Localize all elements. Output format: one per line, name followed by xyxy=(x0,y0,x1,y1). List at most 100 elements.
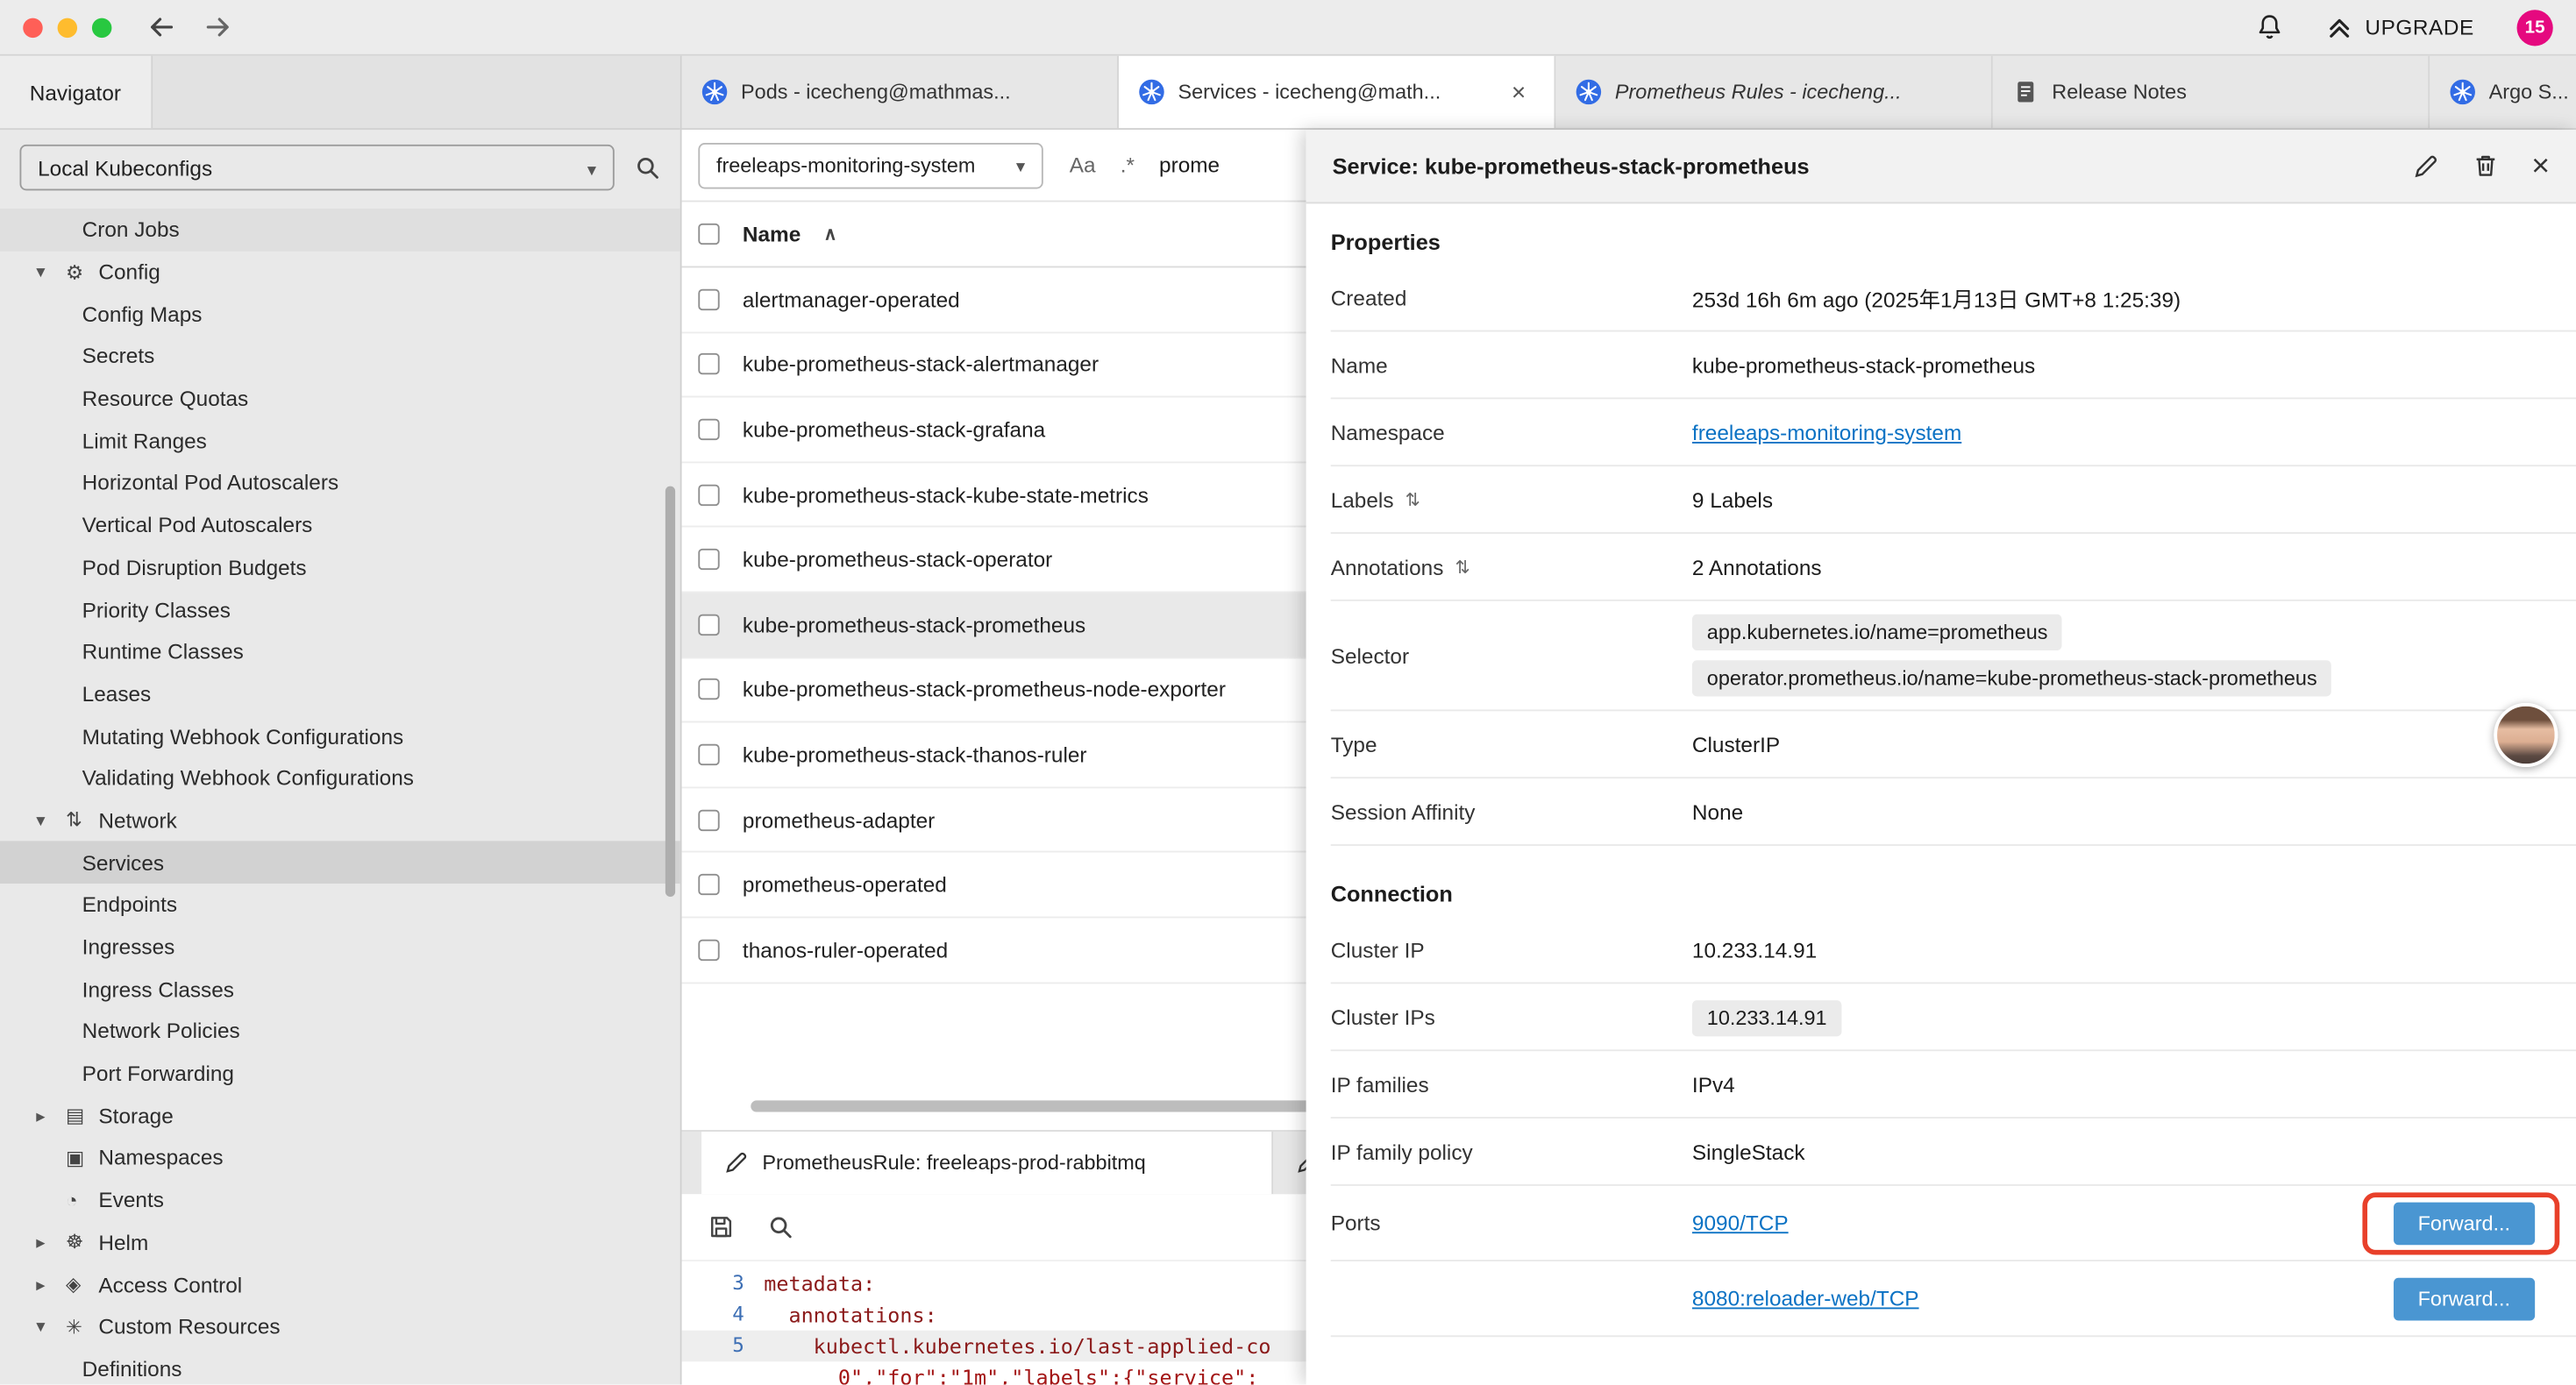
sidebar-item[interactable]: Port Forwarding xyxy=(0,1053,680,1095)
close-window-button[interactable] xyxy=(23,18,42,37)
sidebar-item[interactable]: Priority Classes xyxy=(0,588,680,630)
sidebar-item-label: Services xyxy=(82,850,164,875)
row-checkbox[interactable] xyxy=(698,939,719,960)
select-all-checkbox[interactable] xyxy=(698,224,719,245)
chevron-icon[interactable] xyxy=(36,261,66,282)
sidebar-item[interactable]: Secrets xyxy=(0,335,680,377)
close-drawer-icon[interactable] xyxy=(2531,150,2550,181)
dock-tab-prometheusrule[interactable]: PrometheusRule: freeleaps-prod-rabbitmq xyxy=(701,1132,1273,1194)
tab-close-icon[interactable] xyxy=(1512,80,1534,104)
row-checkbox[interactable] xyxy=(698,744,719,765)
tab-label: Argo S... xyxy=(2489,81,2576,103)
row-checkbox[interactable] xyxy=(698,874,719,895)
sidebar-scrollbar[interactable] xyxy=(665,487,675,897)
row-checkbox[interactable] xyxy=(698,484,719,505)
row-checkbox[interactable] xyxy=(698,614,719,635)
zoom-window-button[interactable] xyxy=(92,18,111,37)
row-checkbox[interactable] xyxy=(698,809,719,830)
back-arrow-icon[interactable] xyxy=(148,13,176,41)
sidebar-item-label: Definitions xyxy=(82,1357,182,1381)
sidebar-item[interactable]: Runtime Classes xyxy=(0,630,680,672)
item-icon xyxy=(66,260,98,283)
sidebar-item[interactable]: Endpoints xyxy=(0,884,680,926)
tab-icon xyxy=(2450,79,2476,105)
notification-count-badge[interactable]: 15 xyxy=(2517,9,2553,45)
sidebar-item-label: Horizontal Pod Autoscalers xyxy=(82,471,338,495)
name-label: Name xyxy=(1331,352,1692,377)
search-query[interactable]: prome xyxy=(1159,153,1220,177)
editor-tab[interactable]: Services - icecheng@math... xyxy=(1119,56,1555,128)
sidebar-item[interactable]: Leases xyxy=(0,672,680,714)
minimize-window-button[interactable] xyxy=(58,18,77,37)
row-checkbox[interactable] xyxy=(698,679,719,700)
namespace-link[interactable]: freeleaps-monitoring-system xyxy=(1692,420,1961,444)
kubeconfig-selector[interactable]: Local Kubeconfigs xyxy=(19,145,614,190)
sidebar-item[interactable]: Storage xyxy=(0,1095,680,1137)
save-icon[interactable] xyxy=(708,1213,735,1239)
chevron-icon[interactable] xyxy=(36,1105,66,1126)
ip-families-row: IP families IPv4 xyxy=(1331,1051,2576,1119)
forward-arrow-icon[interactable] xyxy=(203,13,231,41)
edit-pencil-icon[interactable] xyxy=(2413,153,2439,179)
sidebar-item[interactable]: Network xyxy=(0,799,680,842)
row-checkbox[interactable] xyxy=(698,549,719,570)
sidebar-item[interactable]: Network Policies xyxy=(0,1010,680,1052)
user-avatar[interactable] xyxy=(2494,703,2558,767)
upgrade-button[interactable]: UPGRADE xyxy=(2325,14,2473,40)
upgrade-icon xyxy=(2325,14,2352,40)
sidebar-search-icon[interactable] xyxy=(634,154,660,181)
sidebar-item[interactable]: Events xyxy=(0,1179,680,1221)
notifications-bell-icon[interactable] xyxy=(2255,13,2283,41)
editor-search-icon[interactable] xyxy=(767,1213,793,1239)
delete-trash-icon[interactable] xyxy=(2473,153,2499,179)
sidebar-item[interactable]: Ingress Classes xyxy=(0,968,680,1010)
namespace-row: Namespace freeleaps-monitoring-system xyxy=(1331,399,2576,466)
expand-labels-icon[interactable] xyxy=(1405,488,1420,509)
created-label: Created xyxy=(1331,285,1692,309)
forward-button[interactable]: Forward... xyxy=(2394,1202,2536,1245)
editor-tab[interactable]: Pods - icecheng@mathmas... xyxy=(682,56,1119,128)
sidebar-item[interactable]: Config Maps xyxy=(0,293,680,335)
sidebar-item[interactable]: Mutating Webhook Configurations xyxy=(0,715,680,757)
sidebar-item[interactable]: Services xyxy=(0,842,680,884)
sidebar-item[interactable]: Helm xyxy=(0,1221,680,1263)
row-checkbox[interactable] xyxy=(698,288,719,309)
sidebar-item[interactable]: Pod Disruption Budgets xyxy=(0,546,680,588)
editor-tab[interactable]: Argo S... xyxy=(2430,56,2576,128)
sidebar-item[interactable]: Horizontal Pod Autoscalers xyxy=(0,462,680,504)
expand-annotations-icon[interactable] xyxy=(1455,556,1470,577)
chevron-icon[interactable] xyxy=(36,810,66,831)
sidebar-item[interactable]: Definitions xyxy=(0,1348,680,1385)
sidebar-item[interactable]: Namespaces xyxy=(0,1137,680,1179)
sidebar-item[interactable]: Access Control xyxy=(0,1263,680,1305)
app-window: UPGRADE 15 Navigator Local Kubeconfigs xyxy=(0,0,2576,1385)
editor-tab[interactable]: Prometheus Rules - icecheng... xyxy=(1555,56,1992,128)
chevron-icon[interactable] xyxy=(36,1232,66,1253)
chevron-icon[interactable] xyxy=(36,1274,66,1295)
sort-ascending-icon[interactable] xyxy=(824,224,837,245)
cluster-ips-badge: 10.233.14.91 xyxy=(1692,999,1842,1035)
port-link-9090[interactable]: 9090/TCP xyxy=(1692,1211,1789,1235)
sidebar-item[interactable]: Custom Resources xyxy=(0,1305,680,1347)
chevron-icon[interactable] xyxy=(36,1316,66,1337)
row-checkbox[interactable] xyxy=(698,419,719,440)
sidebar-item-label: Runtime Classes xyxy=(82,639,244,664)
editor-tab[interactable]: Release Notes xyxy=(1993,56,2430,128)
line-number: 3 xyxy=(682,1268,765,1299)
sidebar-item[interactable]: Config xyxy=(0,251,680,293)
namespace-filter-select[interactable]: freeleaps-monitoring-system xyxy=(698,142,1042,188)
match-case-toggle[interactable]: Aa xyxy=(1070,153,1096,177)
forward-button[interactable]: Forward... xyxy=(2394,1277,2536,1320)
sidebar-item[interactable]: Vertical Pod Autoscalers xyxy=(0,504,680,546)
sidebar-item[interactable]: Cron Jobs xyxy=(0,209,680,251)
sidebar-item[interactable]: Ingresses xyxy=(0,926,680,968)
sidebar-item[interactable]: Limit Ranges xyxy=(0,420,680,462)
sidebar-item-label: Config xyxy=(98,259,160,284)
sidebar-item[interactable]: Resource Quotas xyxy=(0,377,680,419)
sidebar-item[interactable]: Validating Webhook Configurations xyxy=(0,757,680,799)
annotation-highlight: Forward... xyxy=(2362,1191,2559,1254)
name-column-header[interactable]: Name xyxy=(743,222,801,246)
port-link-8080[interactable]: 8080:reloader-web/TCP xyxy=(1692,1286,1919,1310)
row-checkbox[interactable] xyxy=(698,354,719,375)
regex-toggle[interactable]: .* xyxy=(1121,153,1135,177)
